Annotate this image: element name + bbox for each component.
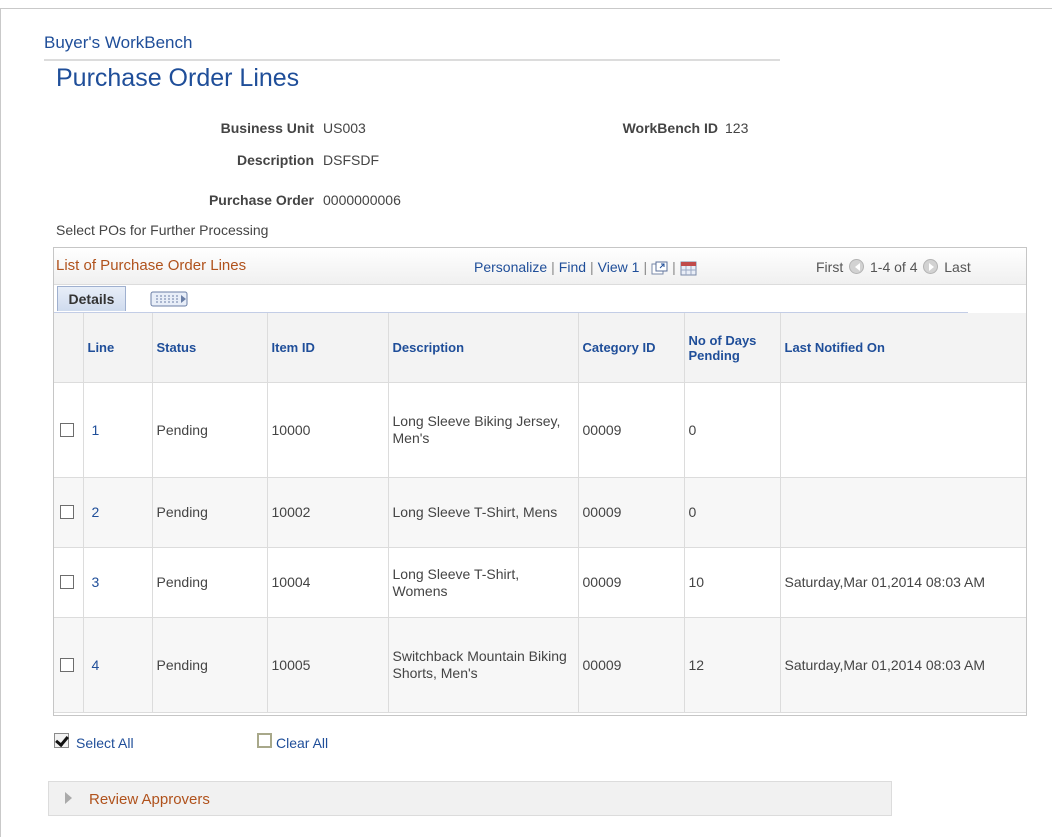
select-column-header	[54, 313, 84, 383]
tab-details[interactable]: Details	[57, 286, 126, 311]
days-pending-cell: 12	[684, 617, 781, 713]
line-cell: 1	[83, 382, 153, 478]
row-select-checkbox[interactable]	[60, 505, 74, 519]
description-label: Description	[236, 152, 314, 168]
pager-first-link[interactable]: First	[816, 259, 843, 275]
previous-row-icon[interactable]	[849, 259, 865, 274]
nav-separator: |	[551, 259, 555, 275]
expand-section-icon[interactable]	[65, 792, 72, 804]
description-cell: Switchback Mountain Biking Shorts, Men's	[388, 617, 579, 713]
workbench-id-label: WorkBench ID	[622, 120, 718, 136]
select-all-check-icon[interactable]	[54, 733, 69, 748]
column-header-status[interactable]: Status	[152, 313, 268, 383]
column-header-description[interactable]: Description	[388, 313, 579, 383]
review-approvers-section[interactable]: Review Approvers	[48, 781, 892, 816]
grid-pager: First 1-4 of 4 Last	[816, 259, 971, 275]
row-select-cell	[54, 477, 84, 548]
row-select-checkbox[interactable]	[60, 657, 74, 672]
grid-title: List of Purchase Order Lines	[56, 257, 247, 274]
purchase-order-label: Purchase Order	[208, 192, 314, 208]
breadcrumb[interactable]: Buyer's WorkBench	[44, 33, 192, 53]
nav-separator: |	[643, 259, 648, 275]
item-id-cell: 10002	[267, 477, 389, 548]
business-unit-value: US003	[323, 120, 366, 136]
column-header-line[interactable]: Line	[83, 313, 153, 383]
select-all-link[interactable]: Select All	[76, 735, 134, 751]
download-spreadsheet-icon[interactable]	[680, 261, 697, 276]
line-cell: 4	[83, 617, 153, 713]
next-row-icon[interactable]	[923, 259, 939, 274]
status-cell: Pending	[152, 477, 268, 548]
category-id-cell: 00009	[578, 382, 685, 478]
days-pending-cell: 10	[684, 547, 781, 618]
grid-header: List of Purchase Order Lines Personalize…	[54, 248, 1026, 285]
description-cell: Long Sleeve T-Shirt, Mens	[388, 477, 579, 548]
workbench-id-value: 123	[725, 120, 749, 136]
nav-separator: |	[590, 259, 594, 275]
purchase-order-value: 0000000006	[323, 192, 401, 208]
po-lines-grid: List of Purchase Order Lines Personalize…	[53, 247, 1027, 716]
clear-all-box-icon[interactable]	[257, 733, 272, 748]
zoom-grid-icon[interactable]	[651, 261, 668, 276]
page-title: Purchase Order Lines	[56, 64, 300, 92]
column-header-days-pending[interactable]: No of Days Pending	[684, 313, 781, 383]
row-select-checkbox[interactable]	[60, 575, 74, 589]
personalize-link[interactable]: Personalize	[474, 259, 547, 275]
line-cell: 3	[83, 547, 153, 618]
po-lines-table: Line Status Item ID Description Category…	[54, 313, 1026, 713]
table-row: 1 Pending 10000 Long Sleeve Biking Jerse…	[54, 382, 1026, 478]
description-cell: Long Sleeve Biking Jersey, Men's	[388, 382, 579, 478]
breadcrumb-divider	[44, 59, 780, 61]
days-pending-cell: 0	[684, 382, 781, 478]
line-link[interactable]: 1	[92, 422, 100, 438]
row-select-cell	[54, 382, 84, 478]
description-value: DSFSDF	[323, 152, 379, 168]
days-pending-cell: 0	[684, 477, 781, 548]
last-notified-cell: Saturday,Mar 01,2014 08:03 AM	[780, 617, 1026, 713]
line-link[interactable]: 3	[92, 574, 100, 590]
grid-nav: Personalize | Find | View 1 | |	[474, 259, 697, 276]
row-select-cell	[54, 617, 84, 713]
category-id-cell: 00009	[578, 547, 685, 618]
row-select-cell	[54, 547, 84, 618]
find-link[interactable]: Find	[559, 259, 586, 275]
description-cell: Long Sleeve T-Shirt, Womens	[388, 547, 579, 618]
item-id-cell: 10004	[267, 547, 389, 618]
category-id-cell: 00009	[578, 617, 685, 713]
table-row: 2 Pending 10002 Long Sleeve T-Shirt, Men…	[54, 477, 1026, 548]
show-all-columns-icon[interactable]	[150, 290, 190, 308]
status-cell: Pending	[152, 617, 268, 713]
selection-hint: Select POs for Further Processing	[56, 222, 269, 238]
nav-separator: |	[672, 259, 676, 275]
category-id-cell: 00009	[578, 477, 685, 548]
view-all-link[interactable]: View 1	[598, 259, 640, 275]
table-row: 3 Pending 10004 Long Sleeve T-Shirt, Wom…	[54, 547, 1026, 618]
line-cell: 2	[83, 477, 153, 548]
status-cell: Pending	[152, 382, 268, 478]
clear-all-link[interactable]: Clear All	[276, 735, 328, 751]
table-row: 4 Pending 10005 Switchback Mountain Biki…	[54, 617, 1026, 713]
review-approvers-label[interactable]: Review Approvers	[89, 791, 210, 808]
pager-last-link[interactable]: Last	[944, 259, 970, 275]
row-select-checkbox[interactable]	[60, 422, 74, 437]
column-header-last-notified[interactable]: Last Notified On	[780, 313, 1026, 383]
table-header-row: Line Status Item ID Description Category…	[54, 313, 1026, 383]
pager-range: 1-4 of 4	[870, 259, 918, 275]
last-notified-cell	[780, 477, 1026, 548]
business-unit-label: Business Unit	[220, 120, 314, 136]
last-notified-cell: Saturday,Mar 01,2014 08:03 AM	[780, 547, 1026, 618]
line-link[interactable]: 2	[92, 504, 100, 520]
column-header-category-id[interactable]: Category ID	[578, 313, 685, 383]
last-notified-cell	[780, 382, 1026, 478]
item-id-cell: 10000	[267, 382, 389, 478]
item-id-cell: 10005	[267, 617, 389, 713]
grid-tabs: Details	[54, 285, 968, 314]
status-cell: Pending	[152, 547, 268, 618]
line-link[interactable]: 4	[92, 657, 100, 673]
column-header-item-id[interactable]: Item ID	[267, 313, 389, 383]
